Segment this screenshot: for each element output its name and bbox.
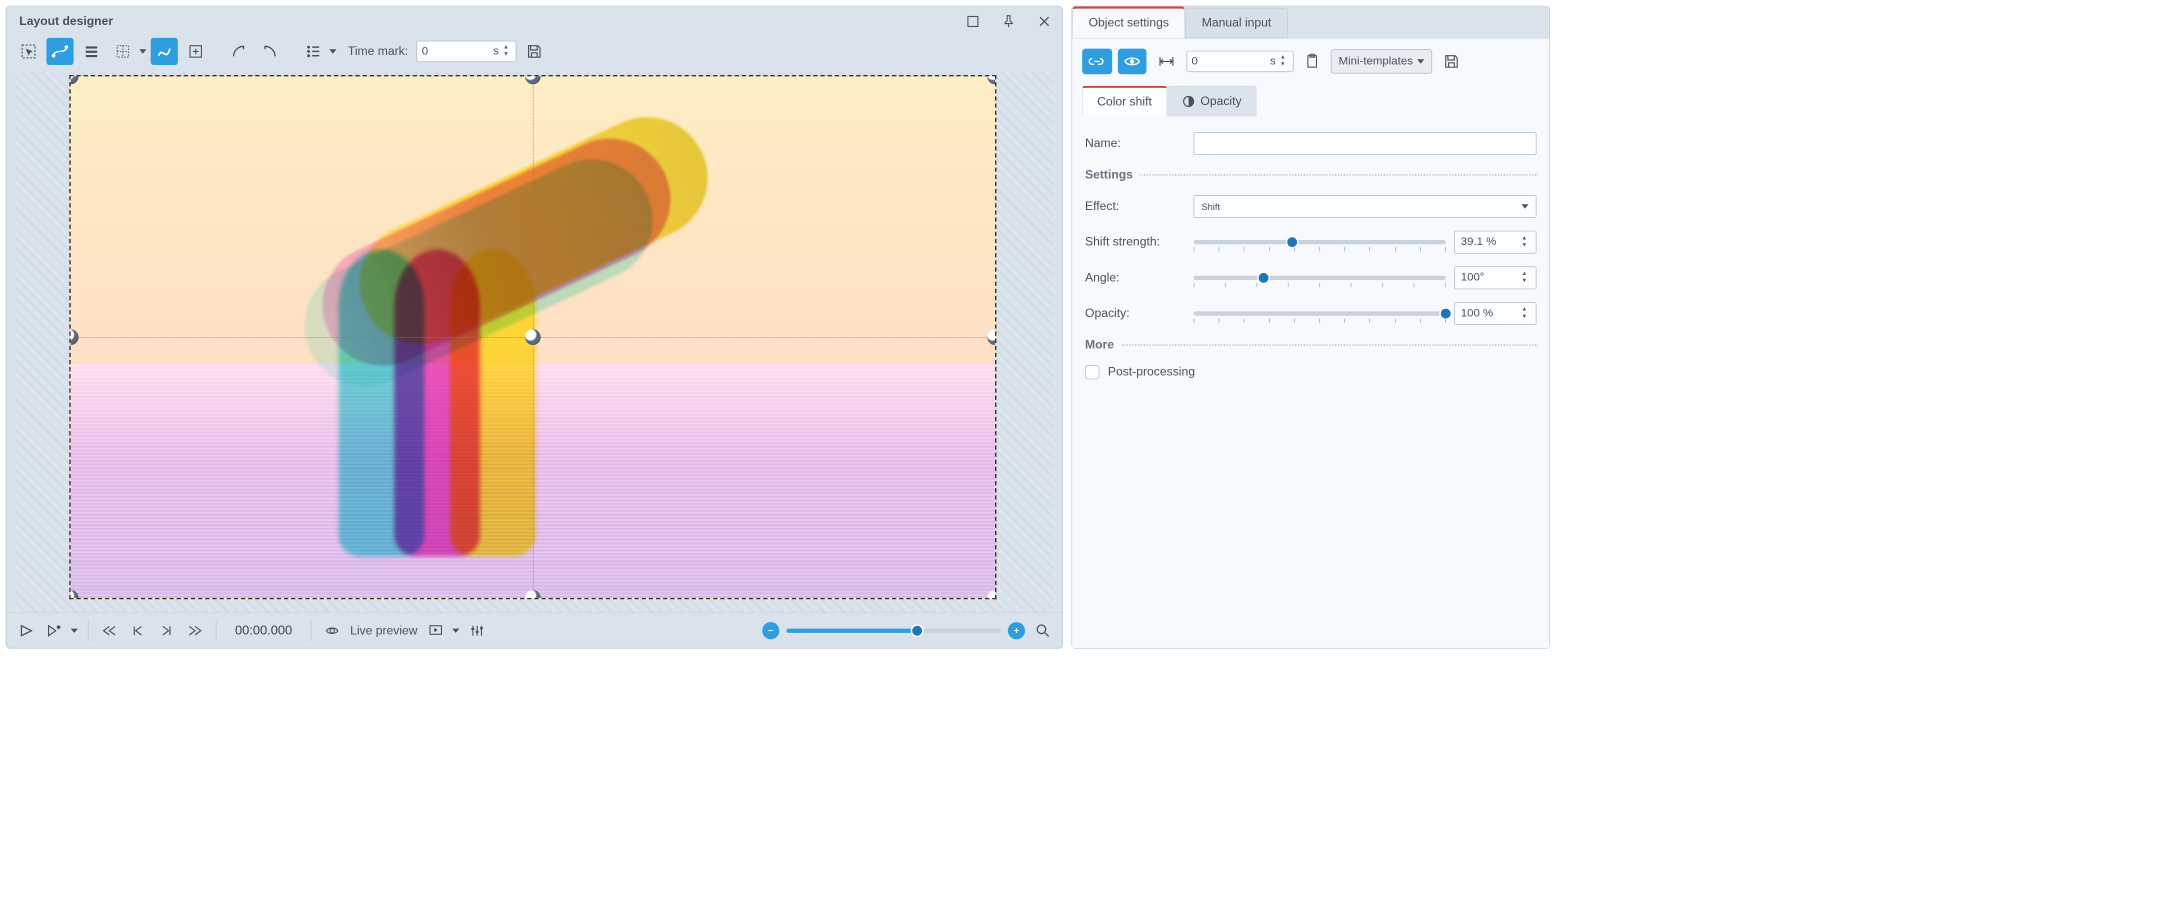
settings-icon[interactable]	[466, 620, 487, 641]
forward-button[interactable]	[184, 620, 205, 641]
more-heading: More	[1085, 338, 1536, 352]
tab-opacity[interactable]: Opacity	[1167, 86, 1257, 117]
zoom-thumb[interactable]	[911, 624, 924, 637]
name-input[interactable]	[1194, 132, 1537, 155]
settings-heading: Settings	[1085, 168, 1536, 182]
rewind-button[interactable]	[99, 620, 120, 641]
play-button[interactable]	[15, 620, 36, 641]
handle-bc[interactable]	[525, 590, 541, 599]
toolbar: Time mark: 0 s ▲▼	[6, 34, 1062, 70]
pen-tool-1[interactable]	[225, 38, 252, 65]
grid-tool[interactable]	[109, 38, 136, 65]
tab-color-shift[interactable]: Color shift	[1082, 86, 1167, 117]
link-button[interactable]	[1082, 49, 1112, 75]
handle-center[interactable]	[525, 329, 541, 345]
path-tool[interactable]	[151, 38, 178, 65]
clipboard-button[interactable]	[1299, 49, 1325, 75]
figure-yellow	[450, 249, 536, 556]
handle-ml[interactable]	[69, 329, 78, 345]
shift-strength-label: Shift strength:	[1085, 235, 1185, 249]
layout-designer-panel: Layout designer Time mark: 0	[6, 6, 1063, 649]
post-processing-label: Post-processing	[1108, 365, 1195, 379]
selection-tool[interactable]	[15, 38, 42, 65]
panel-title: Layout designer	[19, 14, 113, 28]
zoom-slider[interactable]	[786, 628, 1000, 632]
zoom-fit-button[interactable]	[1032, 620, 1053, 641]
angle-slider[interactable]	[1194, 276, 1446, 280]
preview-dropdown[interactable]	[452, 628, 459, 632]
opacity-value[interactable]: 100 % ▲▼	[1454, 302, 1536, 325]
right-time-input[interactable]: 0 s ▲▼	[1186, 51, 1293, 72]
grid-dropdown[interactable]	[139, 49, 146, 53]
tab-object-settings[interactable]: Object settings	[1072, 6, 1185, 37]
post-processing-checkbox[interactable]	[1085, 365, 1099, 379]
top-tabs: Object settings Manual input	[1072, 6, 1549, 38]
sub-tabs: Color shift Opacity	[1082, 86, 1539, 117]
opacity-slider[interactable]	[1194, 311, 1446, 315]
width-button[interactable]	[1152, 49, 1181, 75]
prev-frame-button[interactable]	[127, 620, 148, 641]
fit-tool[interactable]	[182, 38, 209, 65]
live-preview-icon[interactable]	[321, 620, 342, 641]
maximize-button[interactable]	[965, 14, 981, 30]
properties-panel: Object settings Manual input 0 s ▲▼ Mini…	[1071, 6, 1550, 649]
time-mark-input[interactable]: 0 s ▲▼	[417, 41, 517, 62]
handle-tc[interactable]	[525, 75, 541, 84]
right-toolbar: 0 s ▲▼ Mini-templates	[1082, 49, 1539, 75]
pin-button[interactable]	[1001, 14, 1017, 30]
chevron-down-icon	[1417, 59, 1424, 63]
effect-label: Effect:	[1085, 199, 1185, 213]
shift-strength-value[interactable]: 39.1 % ▲▼	[1454, 231, 1536, 254]
play-from-button[interactable]	[44, 620, 65, 641]
list-dropdown[interactable]	[329, 49, 336, 53]
playback-bar: 00:00.000 Live preview − +	[6, 612, 1062, 648]
angle-label: Angle:	[1085, 271, 1185, 285]
timecode: 00:00.000	[235, 623, 292, 638]
time-down[interactable]: ▼	[503, 52, 512, 58]
save-button[interactable]	[521, 38, 548, 65]
handle-mr[interactable]	[987, 329, 996, 345]
list-tool[interactable]	[299, 38, 326, 65]
opacity-icon	[1182, 95, 1195, 108]
opacity-label: Opacity:	[1085, 306, 1185, 320]
live-preview-label: Live preview	[350, 623, 418, 637]
effect-select[interactable]: Shift	[1194, 195, 1537, 218]
time-mark-label: Time mark:	[348, 44, 408, 58]
name-label: Name:	[1085, 136, 1185, 150]
save-template-button[interactable]	[1438, 49, 1465, 75]
pen-tool-2[interactable]	[256, 38, 283, 65]
play-dropdown[interactable]	[71, 628, 78, 632]
tab-manual-input[interactable]: Manual input	[1185, 8, 1287, 38]
handle-br[interactable]	[987, 590, 996, 599]
handle-tl[interactable]	[69, 75, 78, 84]
align-tool[interactable]	[78, 38, 105, 65]
mini-templates-dropdown[interactable]: Mini-templates	[1331, 49, 1432, 73]
preview-screen-button[interactable]	[425, 620, 446, 641]
close-button[interactable]	[1036, 14, 1052, 30]
visibility-button[interactable]	[1118, 49, 1147, 75]
selected-object[interactable]	[69, 75, 996, 599]
zoom-in-button[interactable]: +	[1008, 622, 1025, 639]
shift-strength-slider[interactable]	[1194, 240, 1446, 244]
handle-tr[interactable]	[987, 75, 996, 84]
chevron-down-icon	[1521, 204, 1528, 208]
rt-down[interactable]: ▼	[1280, 62, 1289, 68]
next-frame-button[interactable]	[156, 620, 177, 641]
bezier-tool[interactable]	[46, 38, 73, 65]
zoom-out-button[interactable]: −	[762, 622, 779, 639]
canvas[interactable]	[15, 72, 1054, 612]
angle-value[interactable]: 100° ▲▼	[1454, 266, 1536, 289]
